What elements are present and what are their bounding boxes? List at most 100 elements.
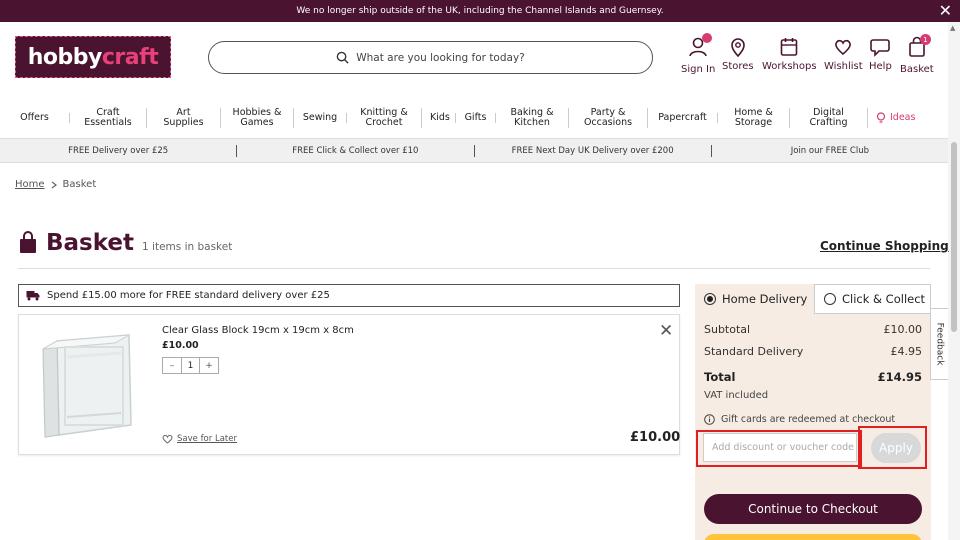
sign-in-link[interactable]: Sign In	[681, 33, 716, 75]
workshops-label: Workshops	[762, 61, 817, 72]
nav-item-hobbies-games[interactable]: Hobbies & Games	[221, 108, 294, 128]
chat-bubble-icon	[870, 39, 891, 57]
voucher-input-highlight	[696, 430, 862, 467]
nav-item-craft-essentials[interactable]: Craft Essentials	[70, 108, 147, 128]
delivery-label: Standard Delivery	[704, 345, 804, 358]
tab-home-delivery[interactable]: Home Delivery	[695, 284, 812, 314]
nav-item-ideas[interactable]: Ideas	[868, 112, 928, 124]
nav-item-home-storage[interactable]: Home & Storage	[718, 108, 790, 128]
nav-item-party-occasions[interactable]: Party & Occasions	[569, 108, 648, 128]
promo-click-collect[interactable]: FREE Click & Collect over £10	[237, 144, 475, 157]
feedback-tab[interactable]: Feedback	[930, 308, 948, 380]
ideas-label: Ideas	[890, 112, 916, 123]
help-link[interactable]: Help	[869, 36, 892, 72]
remove-item-close-icon[interactable]: ✕	[659, 321, 673, 341]
vat-note: VAT included	[704, 390, 769, 401]
notification-dot	[702, 33, 713, 43]
nav-item-kids[interactable]: Kids	[422, 113, 456, 123]
lightbulb-icon	[876, 112, 886, 123]
save-for-later-label: Save for Later	[177, 434, 237, 444]
gift-card-note: Gift cards are redeemed at checkout	[704, 414, 895, 425]
nav-item-art-supplies[interactable]: Art Supplies	[147, 108, 221, 128]
stores-label: Stores	[722, 61, 754, 72]
hobbycraft-logo[interactable]: hobbycraft	[15, 36, 171, 78]
basket-item-count: 1 items in basket	[142, 241, 233, 253]
basket-item: Clear Glass Block 19cm x 19cm x 8cm £10.…	[18, 314, 680, 455]
scrollbar-thumb[interactable]	[951, 142, 957, 332]
heart-icon	[835, 39, 852, 56]
apply-button-highlight	[858, 426, 927, 469]
location-pin-icon	[731, 38, 745, 58]
express-checkout-button[interactable]	[704, 534, 922, 540]
delivery-row: Standard Delivery £4.95	[704, 345, 922, 358]
breadcrumb: Home Basket	[15, 179, 96, 190]
stores-link[interactable]: Stores	[722, 36, 754, 72]
continue-to-checkout-button[interactable]: Continue to Checkout	[704, 494, 922, 524]
heart-icon	[162, 434, 173, 444]
nav-item-knitting-crochet[interactable]: Knitting & Crochet	[347, 108, 422, 128]
delivery-value: £4.95	[890, 345, 923, 358]
sign-in-label: Sign In	[681, 64, 716, 75]
wishlist-label: Wishlist	[824, 61, 863, 72]
close-icon[interactable]: ✕	[939, 2, 952, 20]
shopping-bag-icon	[20, 231, 36, 253]
basket-count-badge: 1	[919, 34, 931, 45]
page-scrollbar[interactable]: ▲	[948, 22, 960, 540]
basket-link[interactable]: 1 Basket	[900, 34, 934, 75]
divider	[18, 268, 930, 269]
total-row: Total £14.95	[704, 370, 922, 384]
page-title: Basket	[46, 230, 135, 256]
chevron-right-icon	[51, 181, 57, 188]
info-icon	[704, 414, 715, 425]
wishlist-link[interactable]: Wishlist	[824, 36, 863, 72]
logo-text-a: hobby	[27, 44, 103, 70]
subtotal-value: £10.00	[883, 323, 923, 336]
search-placeholder: What are you looking for today?	[356, 51, 525, 64]
decrease-quantity-button[interactable]: –	[163, 361, 181, 371]
announcement-text: We no longer ship outside of the UK, inc…	[296, 6, 664, 16]
total-value: £14.95	[877, 370, 922, 384]
quantity-input[interactable]: 1	[181, 358, 200, 373]
click-collect-radio[interactable]	[824, 293, 836, 305]
search-icon	[336, 51, 349, 64]
breadcrumb-home-link[interactable]: Home	[15, 179, 45, 190]
save-for-later-button[interactable]: Save for Later	[162, 434, 237, 444]
notice-text: Spend £15.00 more for FREE standard deli…	[47, 290, 330, 301]
main-nav: Offers Craft Essentials Art Supplies Hob…	[0, 99, 948, 137]
subtotal-row: Subtotal £10.00	[704, 323, 922, 336]
nav-item-papercraft[interactable]: Papercraft	[648, 113, 718, 123]
nav-item-digital-crafting[interactable]: Digital Crafting	[790, 108, 868, 128]
search-input[interactable]: What are you looking for today?	[208, 41, 653, 74]
nav-item-offers[interactable]: Offers	[0, 113, 70, 123]
subtotal-label: Subtotal	[704, 323, 751, 336]
tab-click-collect[interactable]: Click & Collect	[814, 284, 931, 314]
promo-strip: FREE Delivery over £25 FREE Click & Coll…	[0, 138, 948, 163]
basket-header: Basket 1 items in basket	[18, 230, 232, 256]
gift-card-text: Gift cards are redeemed at checkout	[721, 414, 896, 425]
item-total: £10.00	[630, 430, 681, 445]
calendar-icon	[780, 38, 798, 56]
product-name[interactable]: Clear Glass Block 19cm x 19cm x 8cm	[162, 325, 354, 336]
increase-quantity-button[interactable]: +	[200, 361, 218, 371]
free-delivery-notice: Spend £15.00 more for FREE standard deli…	[18, 284, 680, 307]
total-label: Total	[704, 370, 736, 384]
quantity-stepper: – 1 +	[162, 357, 219, 374]
breadcrumb-current: Basket	[62, 179, 97, 190]
help-label: Help	[869, 61, 892, 72]
promo-join-club[interactable]: Join our FREE Club	[712, 145, 948, 157]
promo-free-delivery[interactable]: FREE Delivery over £25	[0, 144, 238, 157]
feedback-label: Feedback	[934, 322, 945, 366]
promo-next-day[interactable]: FREE Next Day UK Delivery over £200	[475, 144, 712, 157]
continue-shopping-link[interactable]: Continue Shopping	[820, 239, 949, 253]
home-delivery-radio[interactable]	[704, 293, 716, 305]
workshops-link[interactable]: Workshops	[762, 36, 817, 72]
basket-label: Basket	[900, 64, 934, 75]
tab-home-delivery-label: Home Delivery	[722, 292, 808, 306]
tab-click-collect-label: Click & Collect	[842, 292, 926, 306]
nav-item-baking-kitchen[interactable]: Baking & Kitchen	[496, 108, 569, 128]
scroll-up-arrow-icon[interactable]: ▲	[950, 24, 955, 32]
nav-item-gifts[interactable]: Gifts	[456, 113, 496, 123]
product-price: £10.00	[162, 340, 199, 351]
product-image[interactable]	[39, 327, 141, 443]
nav-item-sewing[interactable]: Sewing	[294, 113, 347, 123]
